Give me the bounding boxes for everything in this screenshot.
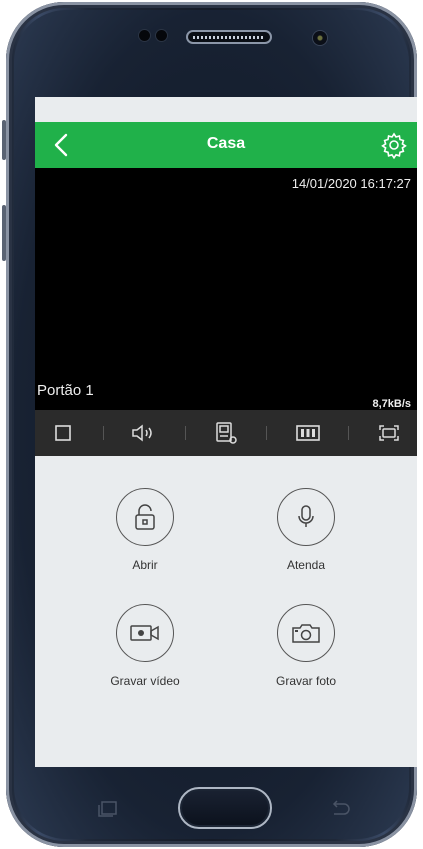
intercom-button[interactable] (211, 418, 241, 448)
answer-button[interactable]: Atenda (236, 488, 376, 572)
speaker-icon (132, 424, 153, 442)
page-title: Casa (206, 135, 246, 152)
record-video-button-circle (116, 604, 174, 662)
fullscreen-button[interactable] (374, 418, 404, 448)
toolbar-divider (347, 426, 349, 440)
toolbar-divider (266, 426, 268, 440)
stream-quality-button[interactable] (293, 418, 323, 448)
record-photo-button-circle (277, 604, 335, 662)
unlock-icon (135, 504, 155, 530)
action-panel: Abrir Atenda Gravar vídeo Gravar foto (35, 456, 417, 767)
record-photo-button[interactable]: Gravar foto (236, 604, 376, 688)
screen: Casa 14/01/2020 16:17:27 Portão 1 8,7kB/… (35, 97, 417, 767)
open-button[interactable]: Abrir (75, 488, 215, 572)
bixby-button[interactable] (2, 205, 6, 261)
fullscreen-icon (379, 425, 400, 441)
open-button-circle (116, 488, 174, 546)
audio-button[interactable] (129, 418, 159, 448)
home-button[interactable] (178, 787, 272, 829)
earpiece-speaker (186, 30, 272, 44)
live-video-view[interactable]: 14/01/2020 16:17:27 Portão 1 8,7kB/s (35, 168, 417, 410)
gear-icon (381, 132, 407, 160)
status-bar (35, 97, 417, 122)
camera-icon (292, 624, 320, 643)
sensor-dots (139, 30, 167, 41)
toolbar-divider (102, 426, 104, 440)
settings-button[interactable] (379, 130, 409, 160)
bitrate-readout: 8,7kB/s (372, 398, 411, 410)
camera-name: Portão 1 (37, 382, 94, 399)
toolbar-divider (184, 426, 186, 440)
volume-button[interactable] (2, 120, 6, 160)
recent-apps-icon (98, 801, 117, 817)
record-video-label: Gravar vídeo (110, 674, 180, 688)
stop-button[interactable] (48, 418, 78, 448)
answer-label: Atenda (286, 558, 326, 572)
back-arrow-icon (332, 800, 350, 815)
intercom-icon (216, 422, 237, 444)
stream-quality-icon (295, 425, 320, 441)
video-camera-icon (130, 625, 159, 641)
system-back-button[interactable] (326, 798, 354, 820)
recent-apps-button[interactable] (96, 800, 120, 818)
microphone-icon (298, 505, 314, 527)
video-toolbar (35, 410, 417, 456)
answer-button-circle (277, 488, 335, 546)
stop-icon (54, 425, 71, 441)
record-video-button[interactable]: Gravar vídeo (75, 604, 215, 688)
open-label: Abrir (132, 558, 158, 572)
record-photo-label: Gravar foto (275, 674, 337, 688)
video-timestamp: 14/01/2020 16:17:27 (291, 176, 411, 191)
front-camera (313, 31, 327, 45)
app-bar: Casa (35, 122, 417, 168)
